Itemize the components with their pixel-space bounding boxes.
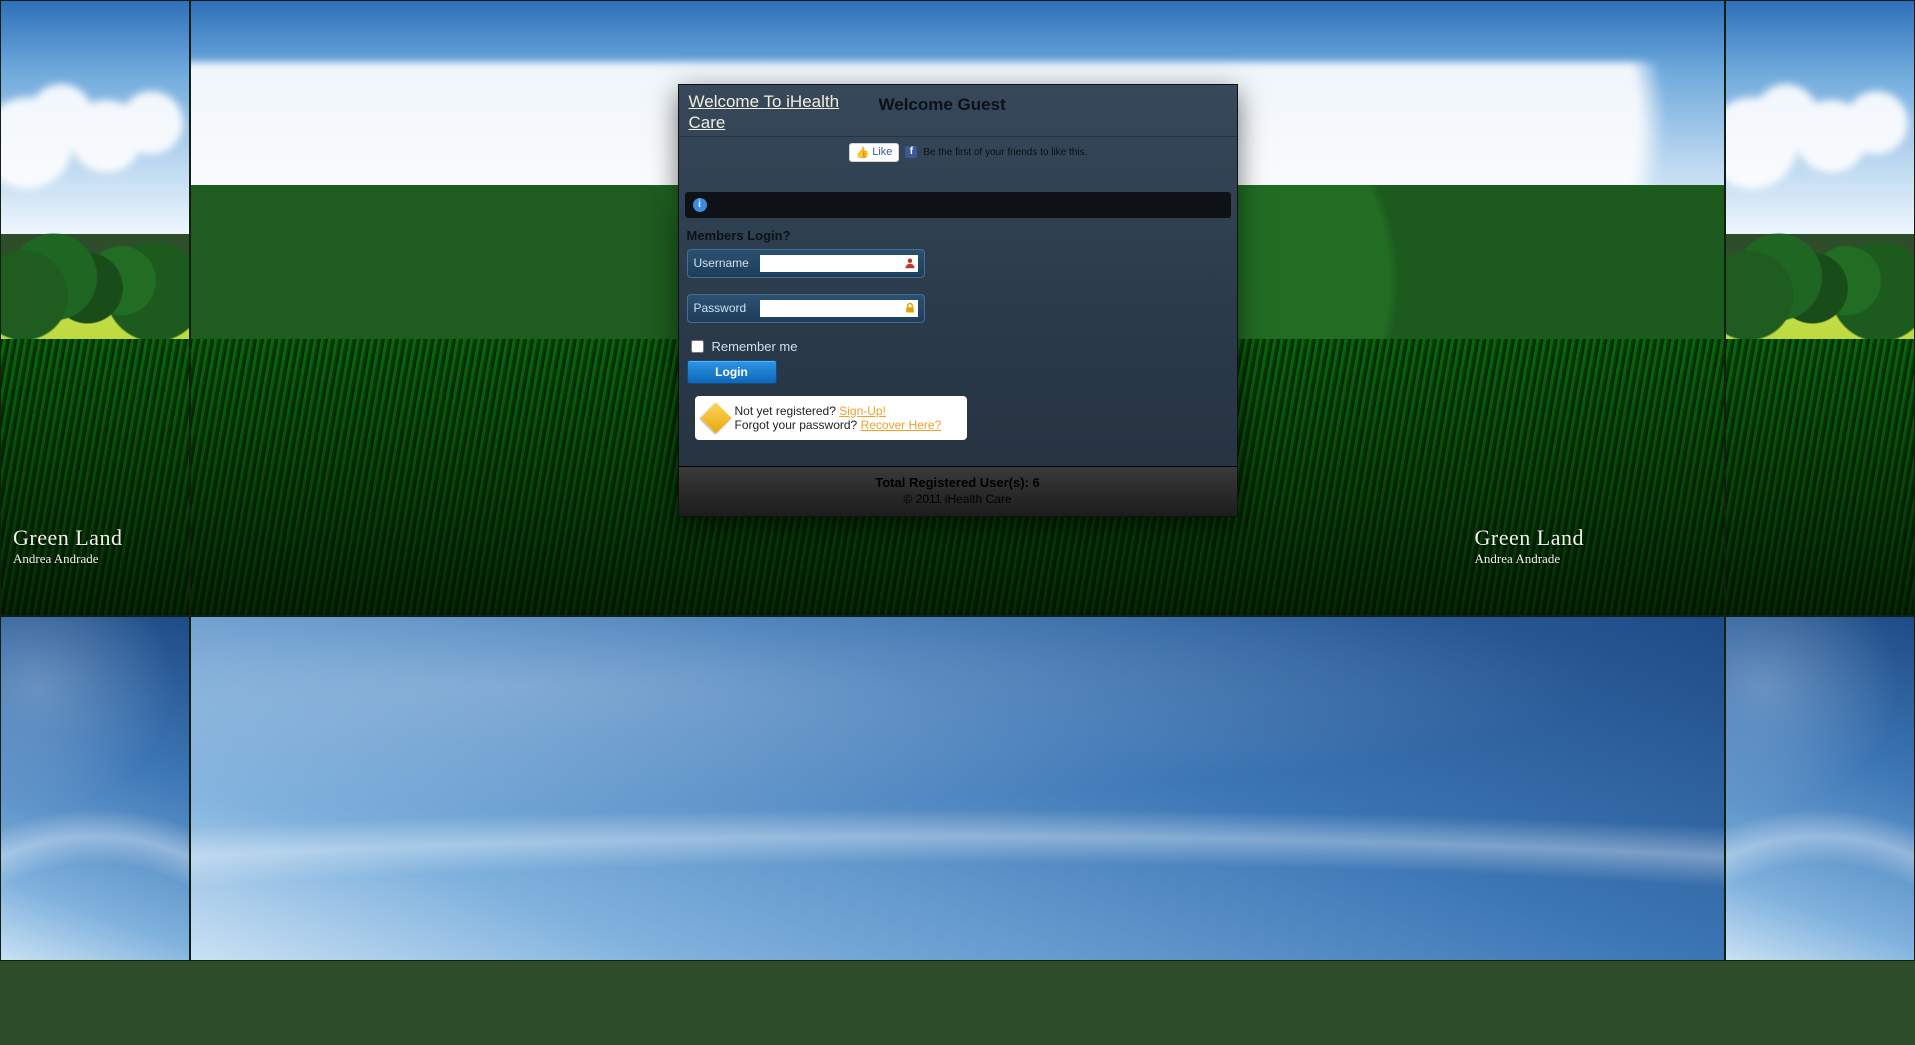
info-icon: i [693,198,707,212]
remember-me-checkbox[interactable] [691,340,704,353]
thumbs-up-icon: 👍 [856,146,870,159]
user-icon [904,257,916,269]
like-button-label: Like [872,146,892,158]
password-label: Password [694,301,754,315]
forgot-password-text: Forgot your password? [735,418,861,432]
like-caption: Be the first of your friends to like thi… [923,147,1087,158]
login-panel: Welcome To iHealth Care Welcome Guest 👍 … [678,84,1238,517]
panel-header: Welcome To iHealth Care Welcome Guest [679,85,1237,137]
username-field: Username [687,249,925,278]
panel-footer: Total Registered User(s): 6 © 2011 iHeal… [679,466,1237,516]
recover-password-link[interactable]: Recover Here? [861,418,942,432]
username-label: Username [694,256,754,270]
password-input[interactable] [762,301,904,316]
diamond-icon [700,402,731,433]
signup-help-box: Not yet registered? Sign-Up! Forgot your… [695,396,967,440]
remember-me-label: Remember me [712,339,798,354]
info-message-bar: i Please enter your valid username and p… [685,192,1231,218]
login-form: Username Password Remember me Logi [679,249,1237,466]
copyright-text: © 2011 iHealth Care [679,492,1237,506]
facebook-like-button[interactable]: 👍 Like [849,143,900,162]
info-message-text: Please enter your valid username and pas… [713,198,1110,212]
brand-link[interactable]: Welcome To iHealth Care [689,91,849,134]
login-button[interactable]: Login [687,360,777,384]
total-registered-users: Total Registered User(s): 6 [679,475,1237,490]
facebook-like-row: 👍 Like f Be the first of your friends to… [849,143,1237,162]
username-input[interactable] [762,256,904,271]
welcome-guest-text: Welcome Guest [879,95,1006,115]
lock-icon [904,302,916,314]
not-registered-text: Not yet registered? [735,404,840,418]
members-login-title: Members Login? [679,228,1237,249]
password-field: Password [687,294,925,323]
signup-link[interactable]: Sign-Up! [839,404,886,418]
facebook-icon: f [905,146,917,158]
